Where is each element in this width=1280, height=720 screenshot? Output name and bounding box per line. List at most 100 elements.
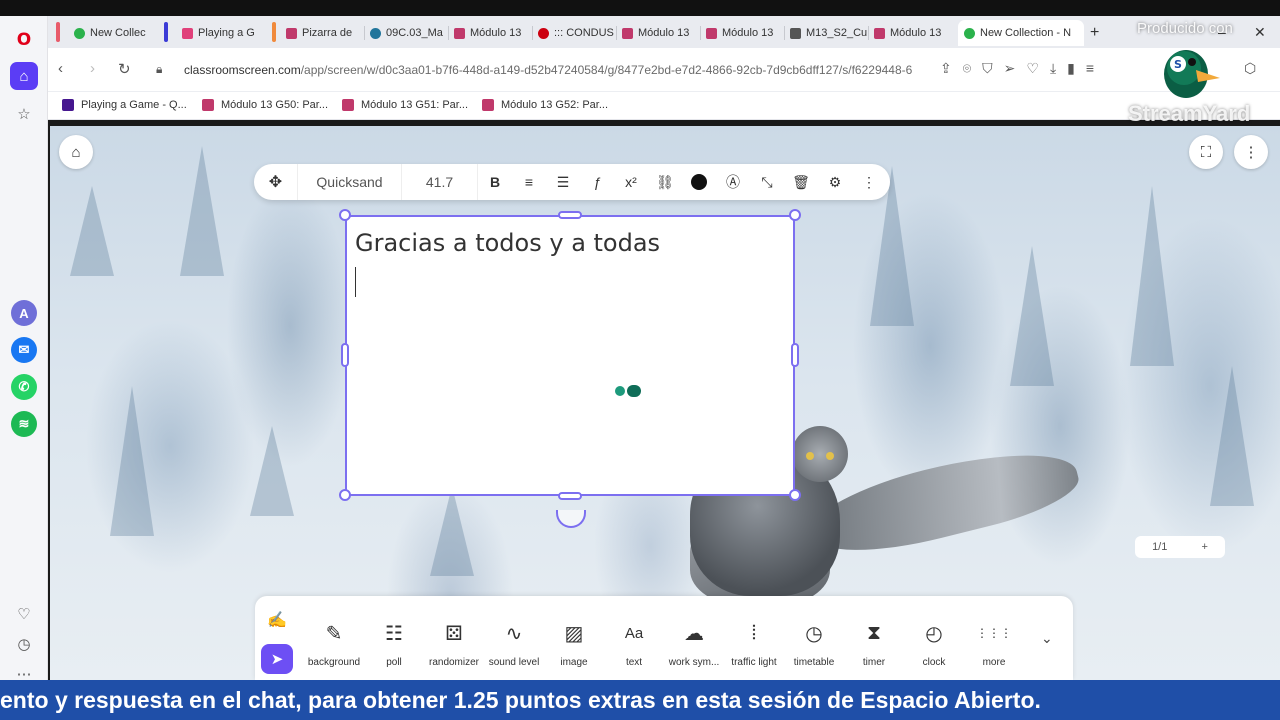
new-tab-icon[interactable]: + (1090, 24, 1099, 42)
tab-bar: New Collec Playing a G Pizarra de 09C.03… (48, 16, 1280, 48)
tool-image[interactable]: ▨ image (541, 616, 607, 669)
formula-icon[interactable]: ƒ (580, 164, 614, 200)
tab-6[interactable]: Módulo 13 (616, 20, 700, 46)
whatsapp-icon[interactable]: ✆ (11, 374, 37, 400)
resize-handle-right[interactable] (791, 343, 799, 367)
home-button[interactable]: ⌂ (59, 135, 93, 169)
tool-text[interactable]: Aa text (601, 616, 667, 669)
tab-5[interactable]: ::: CONDUS (532, 20, 616, 46)
shield-icon[interactable]: ⛉ (982, 60, 993, 77)
star-icon[interactable]: ☆ (10, 100, 38, 128)
lock-icon[interactable]: 🔒︎ (156, 62, 162, 77)
tab-7[interactable]: Módulo 13 (700, 20, 784, 46)
tool-traffic-light[interactable]: ⦙ traffic light (721, 616, 787, 669)
randomizer-icon: ⚄ (445, 622, 463, 645)
tool-randomizer[interactable]: ⚄ randomizer (421, 616, 487, 669)
download-icon[interactable]: ⤓ (1050, 60, 1056, 77)
tab-favicon-icon (622, 27, 633, 39)
send-icon[interactable]: ➢ (1004, 60, 1016, 77)
menu-icon[interactable]: ≡ (1086, 60, 1094, 77)
align-icon[interactable]: ≡ (512, 164, 546, 200)
extensions-icon[interactable]: ⬡ (1244, 60, 1256, 77)
grammarly-icon[interactable] (615, 385, 641, 397)
add-page-icon[interactable]: + (1201, 541, 1207, 553)
resize-handle-tr[interactable] (789, 209, 801, 221)
resize-handle-left[interactable] (341, 343, 349, 367)
shrink-icon[interactable]: ⤡ (750, 164, 784, 200)
bookmark-2[interactable]: Módulo 13 G51: Par... (342, 99, 468, 111)
font-size-input[interactable]: 41.7 (402, 164, 478, 200)
tab-9[interactable]: Módulo 13 (868, 20, 952, 46)
bookmark-3[interactable]: Módulo 13 G52: Par... (482, 99, 608, 111)
tab-1[interactable]: Playing a G (176, 20, 260, 46)
spotify-icon[interactable]: ≋ (11, 411, 37, 437)
reaction-handle-icon[interactable] (556, 510, 586, 528)
tab-3[interactable]: 09C.03_Ma (364, 20, 448, 46)
share-icon[interactable]: ⇪ (940, 60, 952, 77)
tool-clock[interactable]: ◴ clock (901, 616, 967, 669)
tool-sound-level[interactable]: ∿ sound level (481, 616, 547, 669)
history-icon[interactable]: ◷ (10, 630, 38, 658)
tool-work-symbols[interactable]: ☁ work sym... (661, 616, 727, 669)
bold-icon[interactable]: B (478, 164, 512, 200)
link-icon[interactable]: ⛓ (648, 164, 682, 200)
select-cursor-button[interactable]: ➤ (261, 644, 293, 674)
resize-handle-top[interactable] (558, 211, 582, 219)
color-picker[interactable] (682, 164, 716, 200)
resize-handle-bottom[interactable] (558, 492, 582, 500)
settings-icon[interactable]: ⚙ (818, 164, 852, 200)
home-icon[interactable]: ⌂ (10, 62, 38, 90)
tool-poll[interactable]: ☷ poll (361, 616, 427, 669)
ticker-text: ento y respuesta en el chat, para obtene… (0, 686, 1041, 713)
battery-icon[interactable]: ▮ (1067, 60, 1075, 77)
messenger-icon[interactable]: ✉ (11, 337, 37, 363)
camera-icon[interactable]: ⌾ (963, 60, 971, 77)
image-icon: ▨ (564, 622, 584, 645)
work-symbols-icon: ☁ (684, 622, 704, 645)
tab-4[interactable]: Módulo 13 (448, 20, 532, 46)
close-window-icon[interactable]: ✕ (1254, 24, 1266, 41)
resize-handle-br[interactable] (789, 489, 801, 501)
resize-handle-bl[interactable] (339, 489, 351, 501)
superscript-icon[interactable]: x² (614, 164, 648, 200)
bookmark-1[interactable]: Módulo 13 G50: Par... (202, 99, 328, 111)
more-vertical-icon[interactable]: ⋮ (852, 164, 886, 200)
tree-decoration (250, 426, 294, 516)
canvas-menu-button[interactable]: ⋮ (1234, 135, 1268, 169)
text-widget-content[interactable]: Gracias a todos y a todas (355, 229, 660, 257)
fullscreen-button[interactable]: ⛶ (1189, 135, 1223, 169)
tab-favicon-icon (454, 27, 465, 39)
draw-pen-icon[interactable]: ✍ (267, 610, 287, 630)
classroom-canvas[interactable]: ⌂ ⛶ ⋮ ✥ Quicksand 41.7 B ≡ ☰ ƒ x² ⛓ Ⓐ ⤡ … (50, 126, 1280, 680)
opera-logo-icon[interactable]: O (10, 26, 38, 54)
url-field[interactable]: classroomscreen.com/app/screen/w/d0c3aa0… (184, 63, 912, 77)
trash-icon[interactable]: 🗑︎ (784, 164, 818, 200)
text-widget[interactable]: Gracias a todos y a todas (345, 215, 795, 496)
poll-icon: ☷ (385, 622, 403, 645)
tab-8[interactable]: M13_S2_Cu (784, 20, 868, 46)
tab-10-active[interactable]: New Collection - N (958, 20, 1084, 46)
tool-background[interactable]: ✎ background (301, 616, 367, 669)
aria-icon[interactable]: A (11, 300, 37, 326)
owl-head (792, 426, 848, 482)
back-icon[interactable]: ‹ (58, 60, 63, 77)
tool-more[interactable]: ⋮⋮⋮ more (961, 616, 1027, 668)
tab-favicon-icon (182, 27, 193, 39)
reload-icon[interactable]: ↻ (118, 60, 131, 78)
heart-icon[interactable]: ♡ (10, 600, 38, 628)
move-icon[interactable]: ✥ (254, 164, 298, 200)
chevron-down-icon[interactable]: ⌄ (1041, 630, 1053, 647)
tool-timetable[interactable]: ◷ timetable (781, 616, 847, 669)
heart-icon[interactable]: ♡ (1026, 60, 1039, 77)
tab-favicon-icon (538, 27, 549, 39)
text-style-icon[interactable]: Ⓐ (716, 164, 750, 200)
tab-2[interactable]: Pizarra de (280, 20, 364, 46)
list-icon[interactable]: ☰ (546, 164, 580, 200)
grid-icon: ⋮⋮⋮ (976, 626, 1012, 640)
tool-timer[interactable]: ⧗ timer (841, 616, 907, 669)
font-select[interactable]: Quicksand (298, 164, 402, 200)
forward-icon[interactable]: › (90, 60, 95, 77)
resize-handle-tl[interactable] (339, 209, 351, 221)
tab-0[interactable]: New Collec (68, 20, 152, 46)
bookmark-0[interactable]: Playing a Game - Q... (62, 99, 187, 111)
